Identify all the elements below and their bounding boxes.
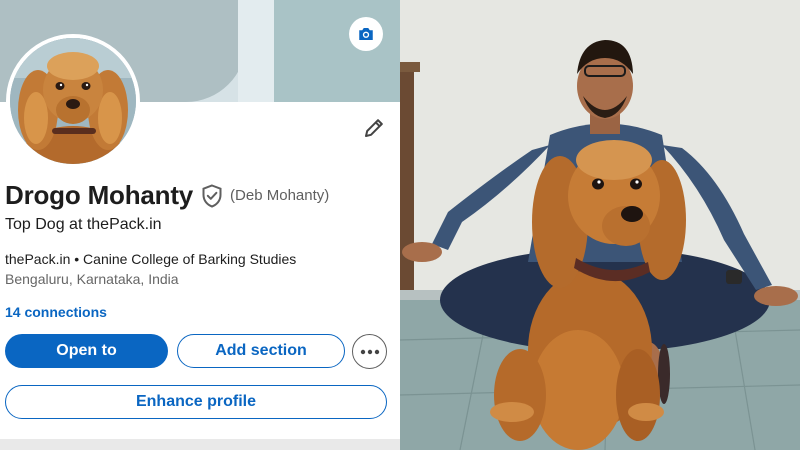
profile-card: Drogo Mohanty (Deb Mohanty) Top Dog at t… — [0, 0, 400, 450]
banner-shape — [238, 0, 274, 102]
profile-headline: Top Dog at thePack.in — [5, 216, 162, 233]
pencil-icon — [365, 119, 383, 137]
name-row: Drogo Mohanty (Deb Mohanty) — [5, 180, 329, 211]
profile-name: Drogo Mohanty — [5, 180, 194, 210]
add-section-button[interactable]: Add section — [177, 334, 345, 368]
banner-shape — [274, 0, 400, 102]
dog-avatar-image — [10, 38, 136, 164]
avatar[interactable] — [6, 34, 140, 168]
profile-location: Bengaluru, Karnataka, India — [5, 271, 179, 287]
enhance-profile-button[interactable]: Enhance profile — [5, 385, 387, 419]
edit-profile-button[interactable] — [360, 114, 388, 142]
open-to-button[interactable]: Open to — [5, 334, 168, 368]
photo-panel — [400, 0, 800, 450]
edit-banner-button[interactable] — [349, 17, 383, 51]
alternate-name: (Deb Mohanty) — [230, 187, 330, 204]
verified-shield-icon[interactable] — [201, 183, 223, 208]
profile-organization[interactable]: thePack.in • Canine College of Barking S… — [5, 251, 296, 267]
more-button[interactable] — [352, 334, 387, 369]
camera-icon — [359, 28, 373, 40]
connections-link[interactable]: 14 connections — [5, 304, 107, 320]
section-divider — [0, 439, 400, 450]
more-horizontal-icon — [360, 349, 379, 354]
man-and-dog-photo — [400, 0, 800, 450]
